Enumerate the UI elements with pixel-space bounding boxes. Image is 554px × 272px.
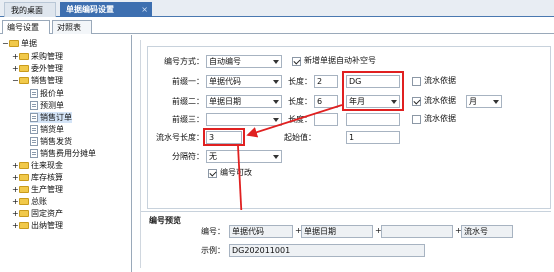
tree-item-cashier[interactable]: + 出纳管理	[12, 220, 63, 231]
tree-item-purchase[interactable]: + 采购管理	[12, 51, 63, 62]
tree-item-sales[interactable]: − 销售管理	[12, 75, 63, 86]
folder-icon	[19, 162, 29, 169]
tree-item-sales-shipment[interactable]: 销售发货	[30, 136, 72, 147]
preview-part3	[381, 225, 453, 238]
expand-icon[interactable]: +	[12, 63, 19, 74]
tree-root[interactable]: − 单据	[2, 38, 37, 49]
tab-label: 单据编码设置	[66, 5, 114, 14]
tab-my-desktop[interactable]: 我的桌面	[4, 2, 56, 17]
preview-part2: 单据日期	[301, 225, 373, 238]
folder-icon	[19, 222, 29, 229]
tab-bar: 我的桌面 单据编码设置 ×	[0, 0, 554, 17]
example-value: DG202011001	[229, 244, 425, 257]
sub-tab-bar: 编号设置 对照表	[0, 20, 554, 34]
tree-item-ledger[interactable]: + 总账	[12, 196, 47, 207]
module-tree: − 单据 + 采购管理 + 委外管理 − 销售管理 报价单 预测单 销售订单 销货单 销…	[0, 35, 132, 272]
arrow-to-serial-length	[246, 104, 343, 138]
expand-icon[interactable]: +	[12, 51, 19, 62]
folder-icon	[19, 174, 29, 181]
annotation-arrows	[237, 104, 343, 210]
settings-panel: 编号方式： 自动编号 新增单据自动补空号 前缀一： 单据代码 长度： 2 DG …	[140, 40, 551, 268]
tree-item-production[interactable]: + 生产管理	[12, 184, 63, 195]
preview-group: 编号预览 编号： 单据代码 + 单据日期 + + 流水号 示例： DG20201…	[141, 211, 551, 268]
document-icon	[30, 113, 38, 122]
folder-icon	[19, 77, 29, 84]
tree-item-forecast[interactable]: 预测单	[30, 100, 64, 111]
tree-item-cash[interactable]: + 往来现金	[12, 160, 63, 171]
tree-item-sales-order[interactable]: 销售订单	[30, 112, 72, 123]
expand-icon[interactable]: +	[12, 172, 19, 183]
tab-code-settings[interactable]: 编号设置	[2, 20, 50, 34]
expand-icon[interactable]: −	[2, 38, 9, 49]
tree-item-sales-expense[interactable]: 销售费用分摊单	[30, 148, 96, 159]
document-icon	[30, 89, 38, 98]
example-label: 示例：	[201, 246, 225, 255]
expand-icon[interactable]: +	[12, 208, 19, 219]
expand-icon[interactable]: +	[12, 220, 19, 231]
tree-item-sales-delivery-note[interactable]: 销货单	[30, 124, 64, 135]
folder-icon	[19, 65, 29, 72]
close-icon[interactable]: ×	[141, 2, 148, 17]
preview-part1: 单据代码	[229, 225, 293, 238]
tree-item-inventory[interactable]: + 库存核算	[12, 172, 63, 183]
expand-icon[interactable]: +	[12, 160, 19, 171]
expand-icon[interactable]: +	[12, 184, 19, 195]
tree-item-quote[interactable]: 报价单	[30, 88, 64, 99]
folder-icon	[19, 198, 29, 205]
preview-legend: 编号预览	[149, 216, 181, 225]
tree-item-fixed-assets[interactable]: + 固定资产	[12, 208, 63, 219]
tree-item-outsource[interactable]: + 委外管理	[12, 63, 63, 74]
rule-group: 编号方式： 自动编号 新增单据自动补空号 前缀一： 单据代码 长度： 2 DG …	[147, 46, 551, 210]
document-icon	[30, 137, 38, 146]
tab-compare-table[interactable]: 对照表	[52, 20, 92, 34]
document-icon	[30, 149, 38, 158]
document-icon	[30, 125, 38, 134]
folder-icon	[19, 53, 29, 60]
code-label: 编号：	[201, 227, 225, 236]
document-icon	[30, 101, 38, 110]
folder-icon	[19, 210, 29, 217]
tab-document-code-settings[interactable]: 单据编码设置 ×	[60, 2, 152, 17]
expand-icon[interactable]: +	[12, 196, 19, 207]
folder-icon	[19, 186, 29, 193]
folder-icon	[9, 40, 19, 47]
expand-icon[interactable]: −	[12, 75, 19, 86]
preview-part4: 流水号	[461, 225, 513, 238]
arrow-to-example	[237, 145, 243, 210]
